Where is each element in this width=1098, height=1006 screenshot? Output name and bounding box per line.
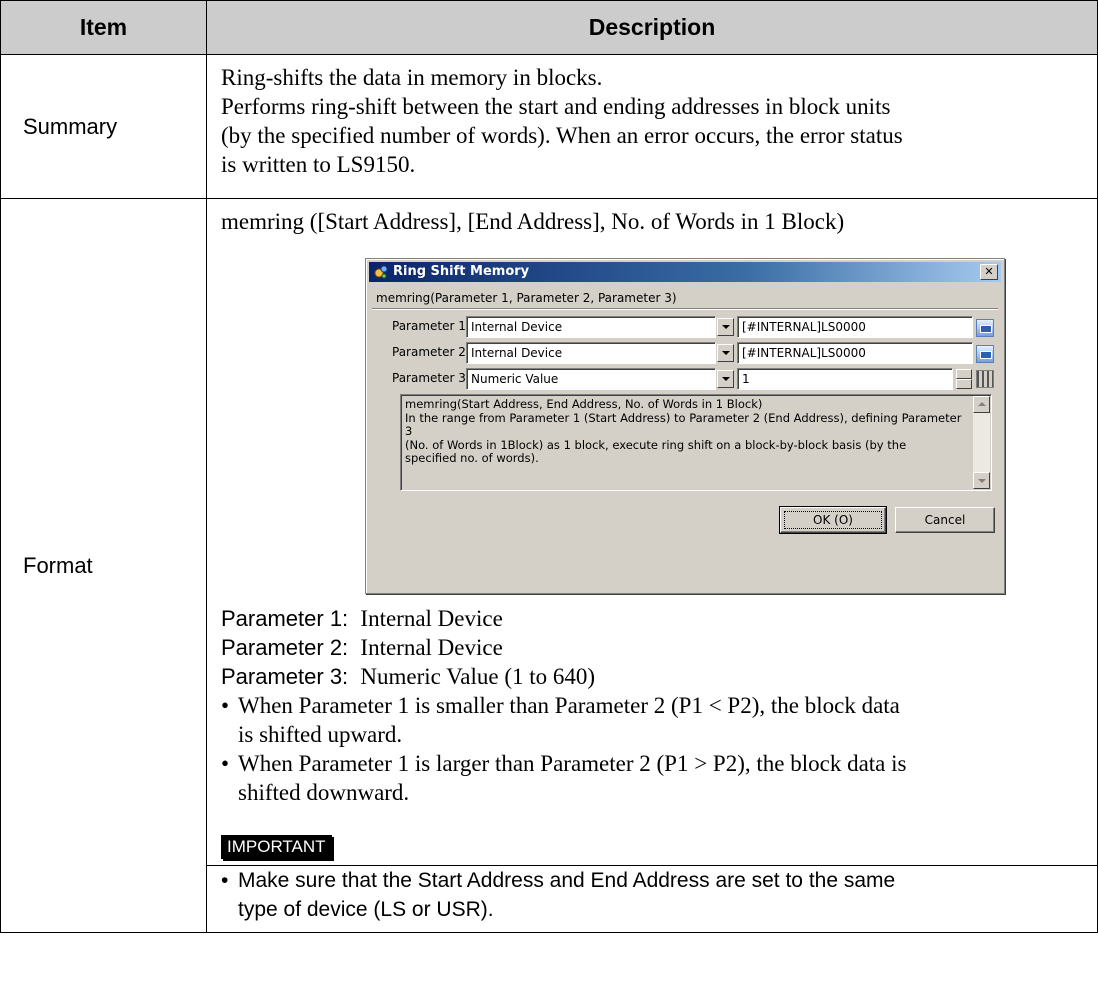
item-column-header: Item [0, 0, 207, 55]
scroll-down-icon[interactable] [973, 472, 990, 489]
param1-label: Parameter 1 [392, 319, 466, 333]
dialog-title: Ring Shift Memory [393, 264, 530, 279]
summary-row: Summary Ring-shifts the data in memory i… [0, 54, 1098, 199]
param-description-label: Parameter 3: [221, 664, 349, 689]
close-icon[interactable]: ✕ [980, 264, 998, 280]
param-description-value: Internal Device [360, 635, 503, 660]
format-description: memring ([Start Address], [End Address],… [206, 198, 1098, 933]
format-label: Format [0, 198, 207, 933]
bullet-line: shifted downward. [238, 780, 410, 805]
param1-type-select[interactable]: Internal Device [466, 316, 716, 338]
function-description-box: memring(Start Address, End Address, No. … [400, 394, 992, 491]
summary-line: is written to LS9150. [221, 152, 416, 177]
param-description-label: Parameter 2: [221, 635, 349, 660]
chevron-down-icon[interactable] [717, 370, 734, 388]
bullet-line: is shifted upward. [238, 722, 403, 747]
summary-line: Ring-shifts the data in memory in blocks… [221, 65, 603, 90]
parameter-list: Parameter 1: Internal Device Parameter 2… [221, 604, 1083, 691]
description-line: memring(Start Address, End Address, No. … [405, 397, 763, 411]
param2-address-field[interactable]: [#INTERNAL]LS0000 [737, 342, 973, 364]
header-row: Item Description [0, 0, 1098, 55]
description-line: In the range from Parameter 1 (Start Add… [405, 410, 962, 438]
bullet-line: When Parameter 1 is smaller than Paramet… [238, 693, 900, 718]
ring-shift-memory-dialog: Ring Shift Memory ✕ memring(Parameter 1,… [365, 258, 1005, 594]
behavior-bullets: When Parameter 1 is smaller than Paramet… [221, 691, 1083, 807]
vertical-scrollbar[interactable] [973, 396, 990, 489]
important-line: Make sure that the Start Address and End… [238, 869, 896, 892]
important-line: type of device (LS or USR). [238, 898, 494, 921]
bullet-item: When Parameter 1 is larger than Paramete… [221, 749, 1083, 807]
param-description-label: Parameter 1: [221, 606, 349, 631]
summary-line: (by the specified number of words). When… [221, 123, 903, 148]
param3-label: Parameter 3 [392, 371, 466, 385]
app-icon [374, 265, 388, 279]
chevron-down-icon[interactable] [717, 318, 734, 336]
cancel-button[interactable]: Cancel [895, 507, 995, 533]
divider [372, 308, 998, 310]
chevron-down-icon[interactable] [717, 344, 734, 362]
bullet-line: When Parameter 1 is larger than Paramete… [238, 751, 907, 776]
description-line: specified no. of words). [405, 451, 539, 465]
param3-value-field[interactable]: 1 [737, 368, 953, 390]
keypad-icon[interactable] [976, 370, 994, 388]
scroll-up-icon[interactable] [973, 396, 990, 413]
bullet-item: When Parameter 1 is smaller than Paramet… [221, 691, 1083, 749]
important-note: Make sure that the Start Address and End… [221, 866, 1083, 924]
important-badge: IMPORTANT [221, 835, 332, 859]
param-description-value: Numeric Value (1 to 640) [360, 664, 596, 689]
description-table: Item Description Summary Ring-shifts the… [0, 0, 1098, 933]
dialog-signature: memring(Parameter 1, Parameter 2, Parame… [376, 291, 677, 305]
param1-address-field[interactable]: [#INTERNAL]LS0000 [737, 316, 973, 338]
param-description: Parameter 1: Internal Device [221, 604, 1083, 633]
param-description-value: Internal Device [360, 606, 503, 631]
param2-label: Parameter 2 [392, 345, 466, 359]
dialog-titlebar: Ring Shift Memory ✕ [369, 262, 1001, 282]
summary-description: Ring-shifts the data in memory in blocks… [206, 54, 1098, 199]
param-description: Parameter 3: Numeric Value (1 to 640) [221, 662, 1083, 691]
important-item: Make sure that the Start Address and End… [221, 866, 1083, 924]
summary-label: Summary [0, 54, 207, 199]
format-syntax: memring ([Start Address], [End Address],… [221, 209, 845, 234]
address-input-icon[interactable] [976, 345, 994, 363]
param3-type-select[interactable]: Numeric Value [466, 368, 716, 390]
ok-button[interactable]: OK (O) [779, 506, 887, 534]
summary-line: Performs ring-shift between the start an… [221, 94, 891, 119]
dialog-screenshot-area: Ring Shift Memory ✕ memring(Parameter 1,… [221, 236, 1083, 594]
description-column-header: Description [206, 0, 1098, 55]
param-description: Parameter 2: Internal Device [221, 633, 1083, 662]
address-input-icon[interactable] [976, 319, 994, 337]
param2-type-select[interactable]: Internal Device [466, 342, 716, 364]
description-line: (No. of Words in 1Block) as 1 block, exe… [405, 437, 907, 452]
spinner-icon[interactable] [956, 369, 972, 389]
format-row: Format memring ([Start Address], [End Ad… [0, 198, 1098, 933]
